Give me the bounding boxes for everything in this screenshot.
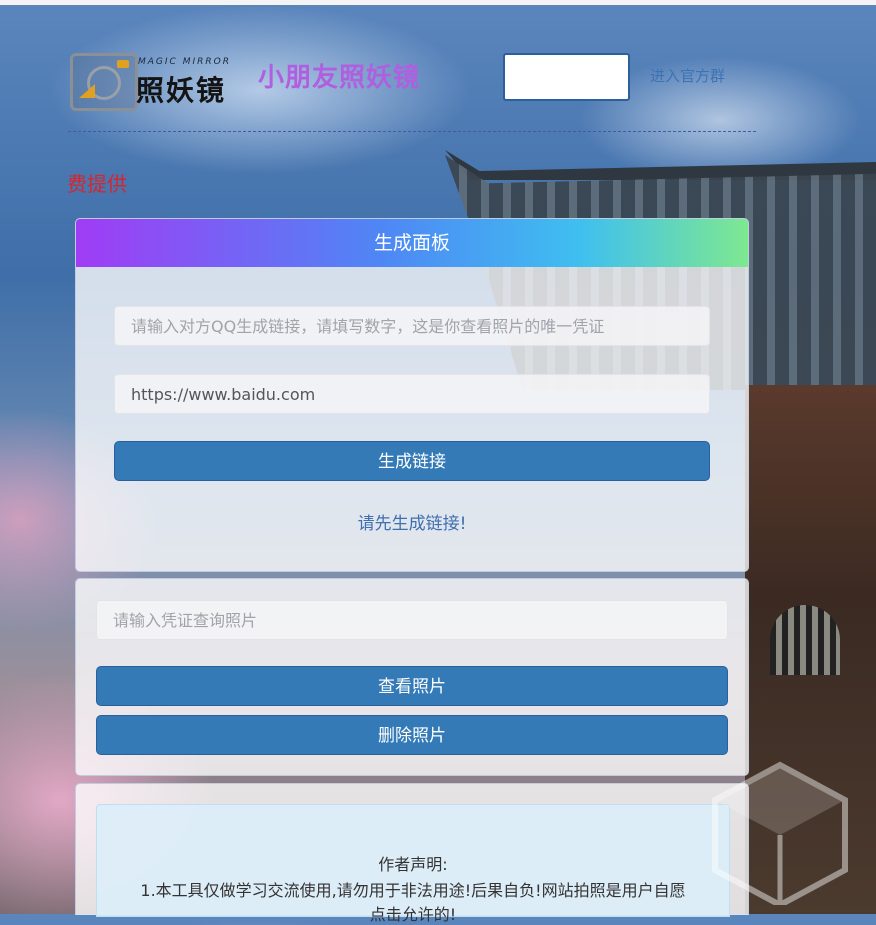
statement-title: 作者声明: (378, 855, 448, 874)
temple-window (770, 605, 840, 675)
view-photo-button[interactable]: 查看照片 (96, 666, 728, 706)
logo-text: 照妖镜 (136, 74, 227, 107)
statement-line-1: 1.本工具仅做学习交流使用,请勿用于非法用途!后果自负!网站拍照是用户自愿 (140, 881, 686, 900)
logo-subtitle: MAGIC MIRROR (138, 57, 231, 67)
delete-photo-button[interactable]: 删除照片 (96, 715, 728, 755)
header-divider (68, 131, 756, 132)
statement-line-2: 点击允许的! (369, 905, 457, 924)
camera-logo-icon (70, 53, 138, 111)
top-border (0, 0, 876, 5)
generate-link-button[interactable]: 生成链接 (114, 441, 710, 481)
logo-triangle-icon (79, 84, 95, 98)
red-notice-text: 费提供 (67, 172, 127, 196)
header: MAGIC MIRROR 照妖镜 小朋友照妖镜 进入官方群 (68, 45, 756, 135)
author-statement: 作者声明: 1.本工具仅做学习交流使用,请勿用于非法用途!后果自负!网站拍照是用… (96, 804, 730, 924)
site-title: 小朋友照妖镜 (258, 63, 421, 93)
join-group-link[interactable]: 进入官方群 (650, 65, 725, 86)
generate-panel: 生成面板 请输入对方QQ生成链接，请填写数字，这是你查看照片的唯一凭证 http… (75, 218, 749, 572)
statement-panel: 作者声明: 1.本工具仅做学习交流使用,请勿用于非法用途!后果自负!网站拍照是用… (75, 783, 749, 924)
generate-tip: 请先生成链接! (357, 514, 467, 534)
watermark-cube-icon (712, 761, 848, 905)
header-blank-box (503, 53, 630, 101)
qq-input[interactable]: 请输入对方QQ生成链接，请填写数字，这是你查看照片的唯一凭证 (114, 306, 710, 346)
url-input[interactable]: https://www.baidu.com (114, 374, 710, 414)
panel-title: 生成面板 (76, 219, 748, 267)
camera-flash-icon (117, 60, 129, 68)
credential-input[interactable]: 请输入凭证查询照片 (96, 600, 728, 640)
query-panel: 请输入凭证查询照片 查看照片 删除照片 (75, 578, 749, 776)
